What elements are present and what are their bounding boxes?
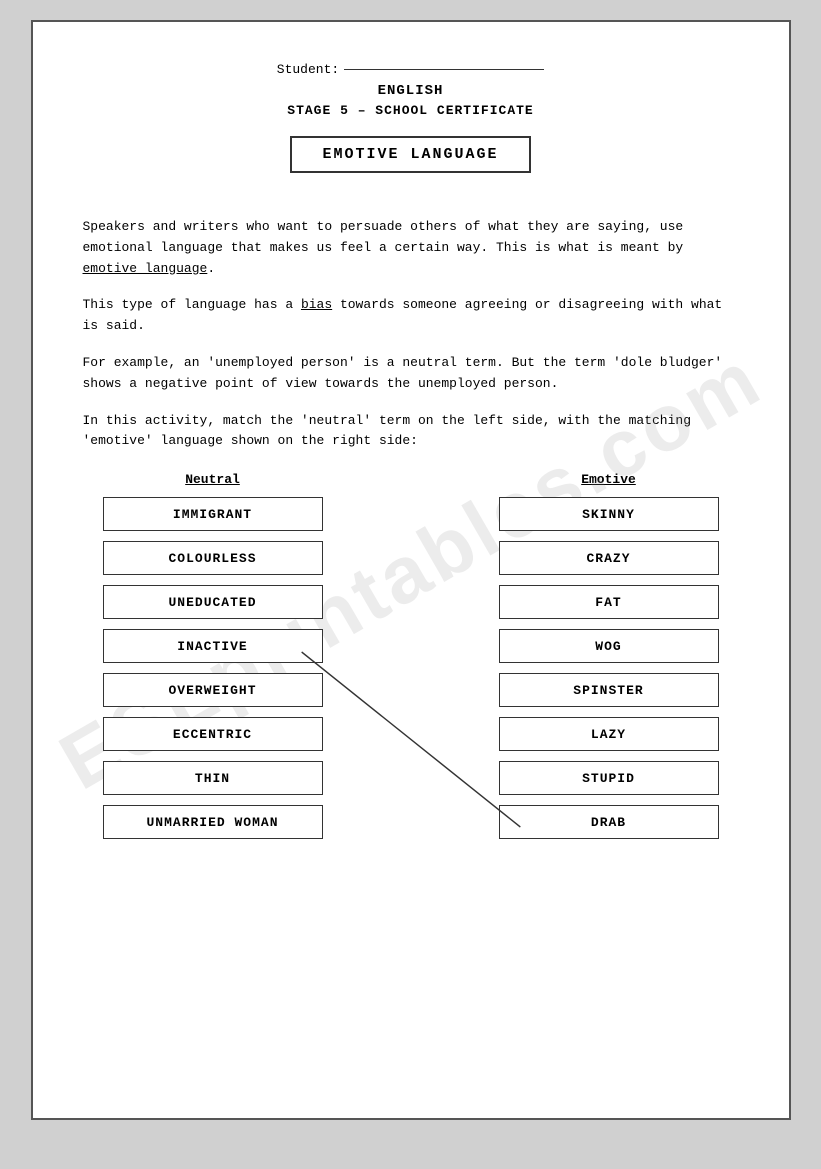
main-title: EMOTIVE LANGUAGE (290, 136, 530, 173)
emotive-word-fat: FAT (499, 585, 719, 619)
neutral-word-uneducated: UNEDUCATED (103, 585, 323, 619)
student-label: Student: (277, 62, 339, 77)
header-section: Student: ENGLISH STAGE 5 – SCHOOL CERTIF… (83, 62, 739, 197)
matching-row-5: OVERWEIGHT SPINSTER (83, 673, 739, 707)
neutral-word-unmarried-woman: UNMARRIED WOMAN (103, 805, 323, 839)
emotive-word-stupid: STUPID (499, 761, 719, 795)
matching-row-1: IMMIGRANT SKINNY (83, 497, 739, 531)
paragraph-2: This type of language has a bias towards… (83, 295, 739, 337)
student-line: Student: (83, 62, 739, 77)
matching-area: IMMIGRANT SKINNY COLOURLESS CRAZY UNEDUC… (83, 497, 739, 839)
student-underline (344, 69, 544, 70)
stage-title: STAGE 5 – SCHOOL CERTIFICATE (83, 103, 739, 118)
matching-section: Neutral Emotive IMMIGRANT SKINNY COLOURL… (83, 472, 739, 839)
emotive-header: Emotive (499, 472, 719, 487)
paragraph-4: In this activity, match the 'neutral' te… (83, 411, 739, 453)
emotive-word-crazy: CRAZY (499, 541, 719, 575)
emotive-word-spinster: SPINSTER (499, 673, 719, 707)
paragraph-3: For example, an 'unemployed person' is a… (83, 353, 739, 395)
emotive-word-wog: WOG (499, 629, 719, 663)
emotive-word-lazy: LAZY (499, 717, 719, 751)
emotive-word-drab: DRAB (499, 805, 719, 839)
matching-row-2: COLOURLESS CRAZY (83, 541, 739, 575)
emotive-language-term: emotive language (83, 261, 208, 276)
neutral-word-overweight: OVERWEIGHT (103, 673, 323, 707)
emotive-word-skinny: SKINNY (499, 497, 719, 531)
neutral-word-eccentric: ECCENTRIC (103, 717, 323, 751)
neutral-word-inactive: INACTIVE (103, 629, 323, 663)
matching-row-6: ECCENTRIC LAZY (83, 717, 739, 751)
matching-row-7: THIN STUPID (83, 761, 739, 795)
neutral-word-colourless: COLOURLESS (103, 541, 323, 575)
subject-title: ENGLISH (83, 83, 739, 99)
neutral-word-immigrant: IMMIGRANT (103, 497, 323, 531)
worksheet-page: ESLprintables.com Student: ENGLISH STAGE… (31, 20, 791, 1120)
paragraph-1: Speakers and writers who want to persuad… (83, 217, 739, 279)
matching-row-3: UNEDUCATED FAT (83, 585, 739, 619)
column-headers: Neutral Emotive (83, 472, 739, 487)
matching-row-8: UNMARRIED WOMAN DRAB (83, 805, 739, 839)
bias-term: bias (301, 297, 332, 312)
matching-row-4: INACTIVE WOG (83, 629, 739, 663)
neutral-word-thin: THIN (103, 761, 323, 795)
neutral-header: Neutral (103, 472, 323, 487)
